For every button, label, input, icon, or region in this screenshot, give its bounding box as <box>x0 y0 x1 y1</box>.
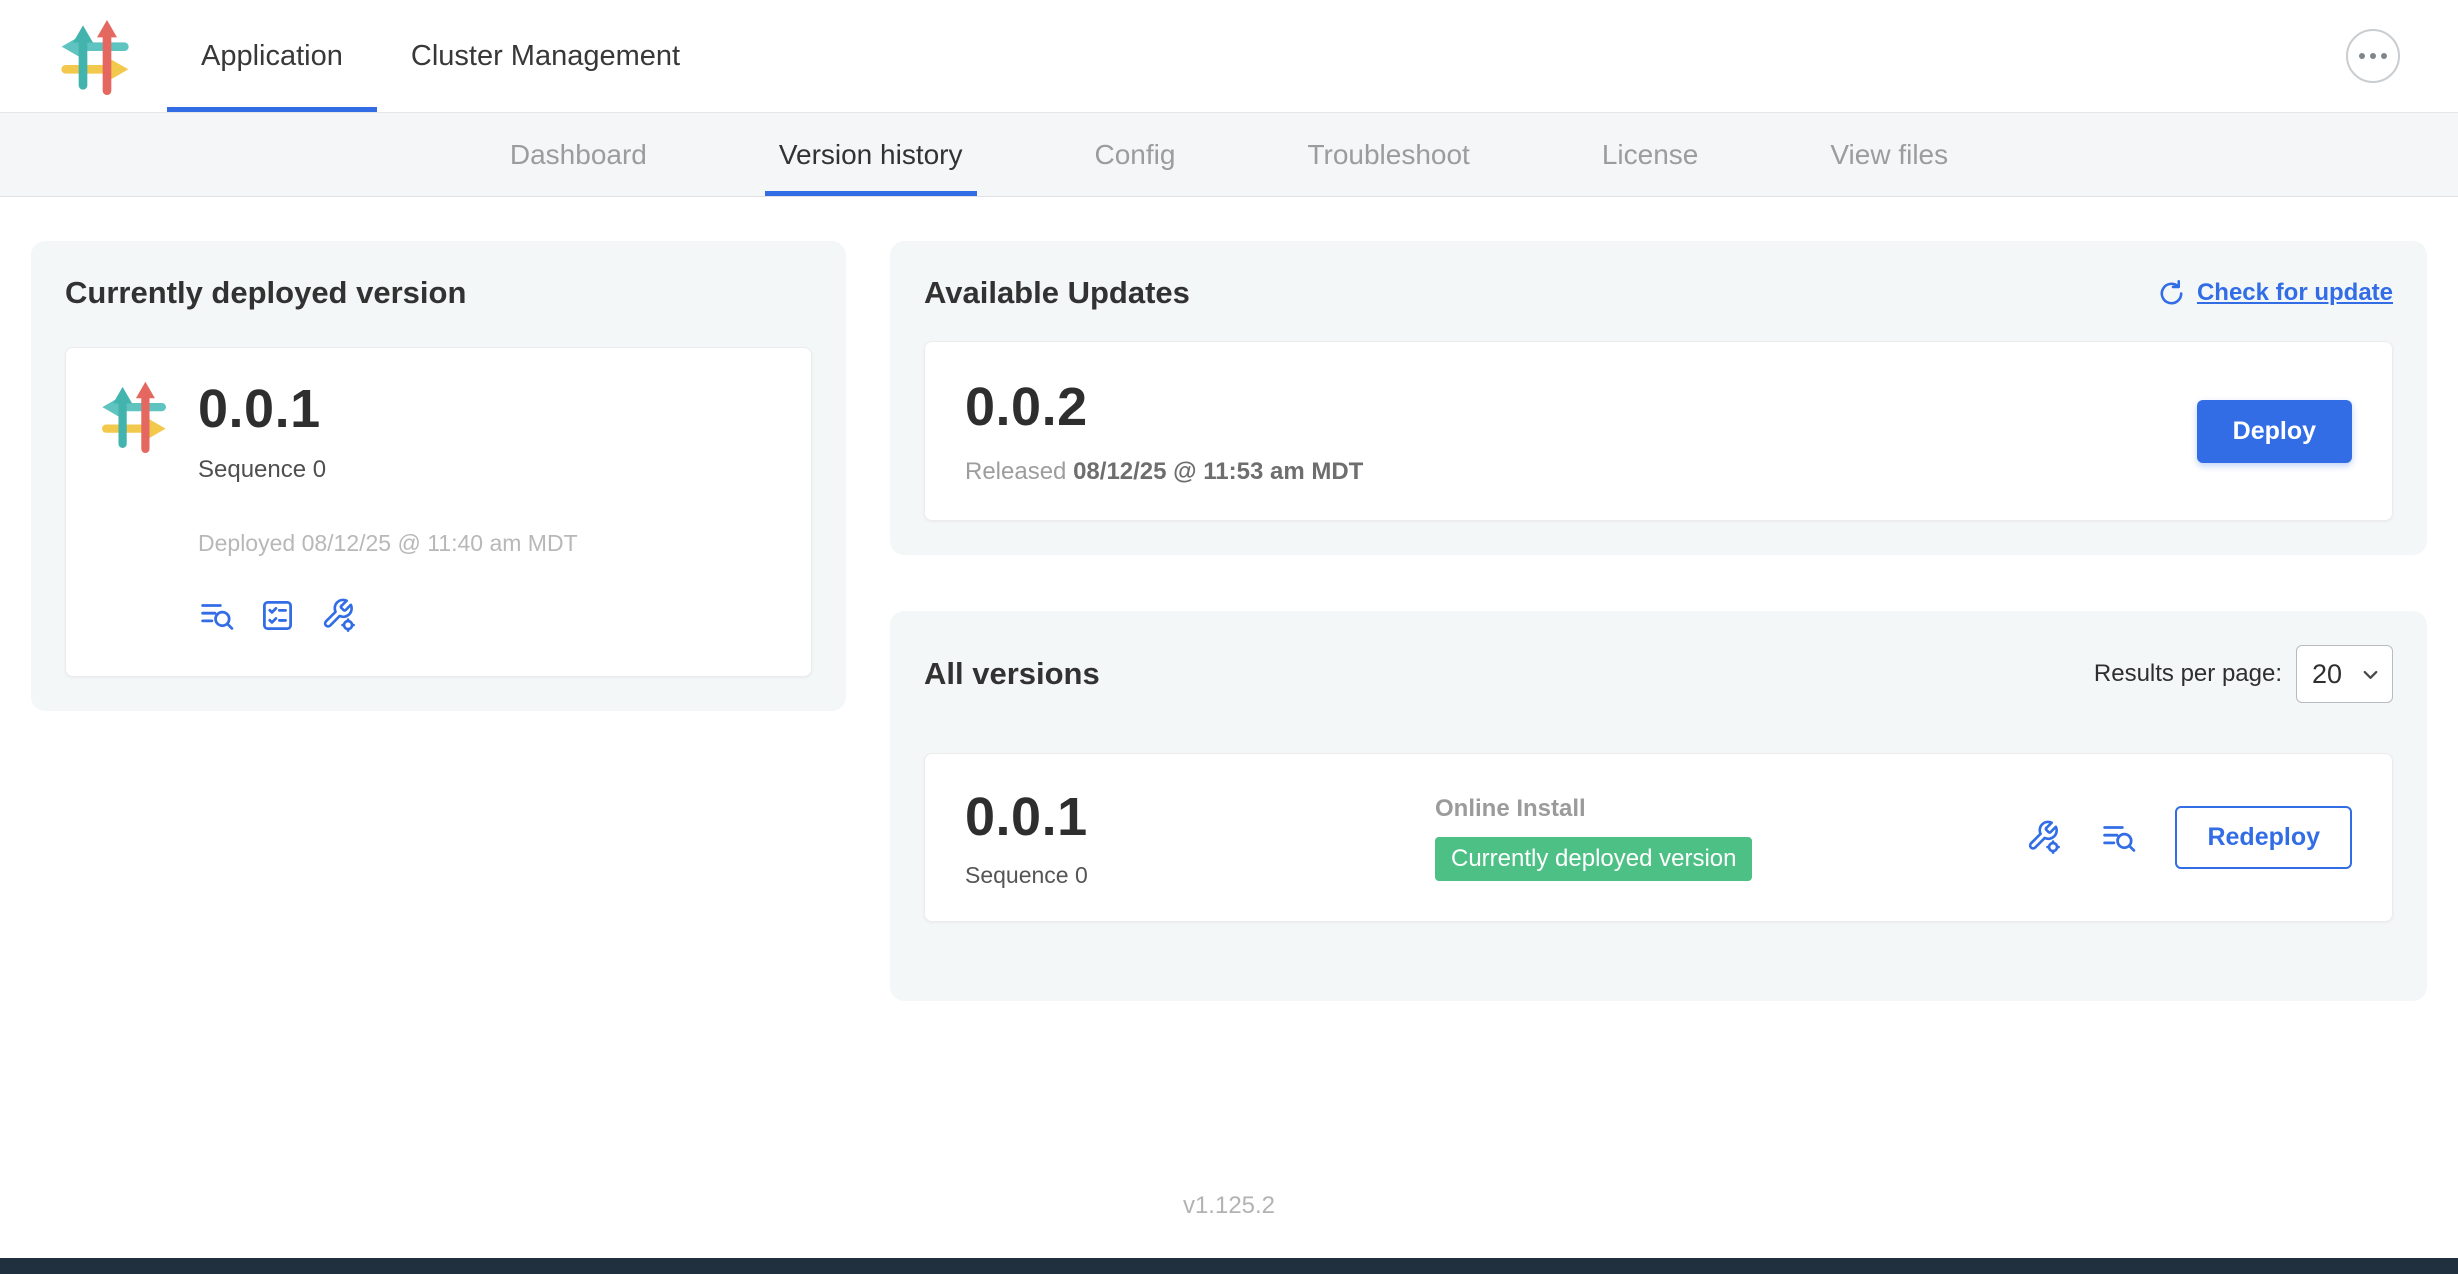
redeploy-button[interactable]: Redeploy <box>2175 806 2352 869</box>
row-version-number: 0.0.1 <box>965 786 1435 848</box>
released-prefix: Released <box>965 458 1066 485</box>
all-versions-card: All versions Results per page: 20 0.0. <box>890 611 2427 1001</box>
tab-license[interactable]: License <box>1588 113 1713 196</box>
top-tabs: Application Cluster Management <box>167 0 714 112</box>
deployed-sequence-label: Sequence 0 <box>198 456 578 484</box>
main-content: Currently deployed version 0.0 <box>0 197 2458 1258</box>
update-version-number: 0.0.2 <box>965 376 1363 438</box>
tab-troubleshoot[interactable]: Troubleshoot <box>1293 113 1483 196</box>
update-row: 0.0.2 Released 08/12/25 @ 11:53 am MDT D… <box>924 341 2393 521</box>
tab-view-files[interactable]: View files <box>1816 113 1962 196</box>
released-timestamp: Released 08/12/25 @ 11:53 am MDT <box>965 458 1363 486</box>
deployed-actions <box>198 597 578 634</box>
app-logo-small <box>96 378 172 646</box>
results-per-page-value: 20 <box>2312 659 2342 690</box>
released-date: 08/12/25 @ 11:53 am MDT <box>1073 458 1363 485</box>
top-nav: Application Cluster Management <box>0 0 2458 113</box>
refresh-icon <box>2156 278 2187 309</box>
more-options-button[interactable] <box>2346 29 2400 83</box>
app-sub-nav: Dashboard Version history Config Trouble… <box>0 113 2458 197</box>
edit-config-wrench-gear-icon[interactable] <box>320 597 357 634</box>
edit-config-wrench-gear-icon[interactable] <box>2025 819 2062 856</box>
currently-deployed-badge: Currently deployed version <box>1435 837 1752 881</box>
kots-arrows-logo-icon <box>55 16 135 96</box>
tab-config[interactable]: Config <box>1081 113 1190 196</box>
release-notes-icon[interactable] <box>2100 819 2137 856</box>
tab-dashboard[interactable]: Dashboard <box>496 113 661 196</box>
footer-app-version: v1.125.2 <box>31 1162 2427 1258</box>
available-updates-card: Available Updates Check for update 0.0.2… <box>890 241 2427 555</box>
results-per-page-label: Results per page: <box>2094 660 2282 688</box>
release-notes-icon[interactable] <box>198 597 235 634</box>
deployed-card-title: Currently deployed version <box>65 275 812 311</box>
check-for-update-label: Check for update <box>2197 279 2393 307</box>
available-updates-title: Available Updates <box>924 275 1190 311</box>
row-sequence-label: Sequence 0 <box>965 862 1435 889</box>
preflight-checklist-icon[interactable] <box>259 597 296 634</box>
deployed-version-number: 0.0.1 <box>198 378 578 440</box>
app-logo[interactable] <box>55 0 137 112</box>
check-for-update-link[interactable]: Check for update <box>2156 278 2393 309</box>
install-type-label: Online Install <box>1435 795 1586 823</box>
kots-arrows-logo-icon <box>96 378 172 454</box>
deployed-timestamp: Deployed 08/12/25 @ 11:40 am MDT <box>198 530 578 557</box>
all-versions-title: All versions <box>924 656 1100 692</box>
ellipsis-icon <box>2359 53 2387 59</box>
top-tab-cluster-management[interactable]: Cluster Management <box>377 0 714 112</box>
top-tab-application[interactable]: Application <box>167 0 377 112</box>
deployed-version-panel: 0.0.1 Sequence 0 Deployed 08/12/25 @ 11:… <box>65 347 812 677</box>
tab-version-history[interactable]: Version history <box>765 113 977 196</box>
deploy-button[interactable]: Deploy <box>2197 400 2352 463</box>
bottom-bar <box>0 1258 2458 1274</box>
currently-deployed-card: Currently deployed version 0.0 <box>31 241 846 711</box>
chevron-down-icon <box>2359 663 2382 686</box>
results-per-page-select[interactable]: 20 <box>2296 645 2393 703</box>
version-row: 0.0.1 Sequence 0 Online Install Currentl… <box>924 753 2393 922</box>
